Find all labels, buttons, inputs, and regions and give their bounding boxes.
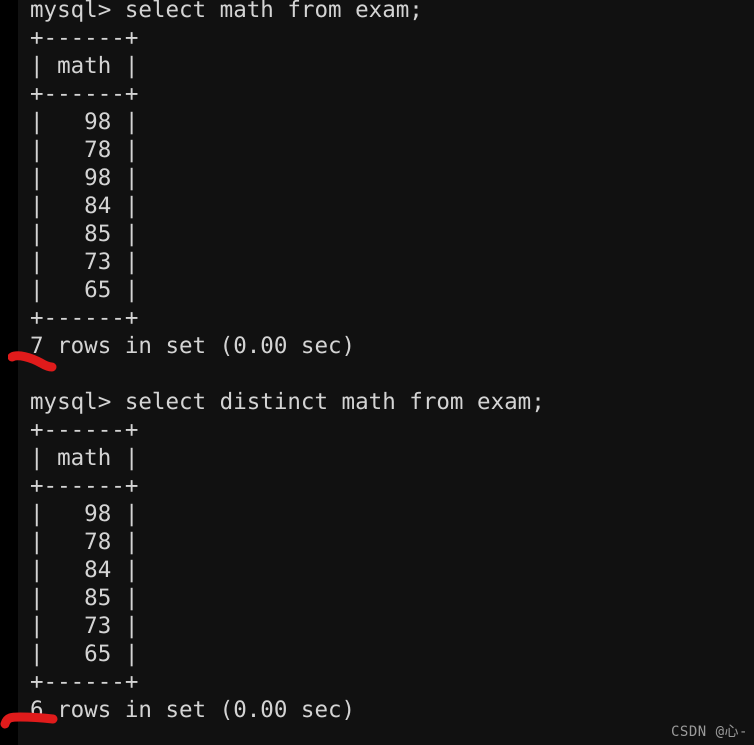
terminal-line: | 73 | [30,249,139,275]
terminal-line: | 84 | [30,193,139,219]
terminal-line: +------+ [30,305,139,331]
terminal-line: | 98 | [30,165,139,191]
terminal-line: 6 rows in set (0.00 sec) [30,697,356,723]
terminal-line: | 98 | [30,109,139,135]
terminal-line: | math | [30,445,139,471]
terminal-line: +------+ [30,25,139,51]
terminal-line: | 73 | [30,613,139,639]
terminal-line: | 65 | [30,277,139,303]
terminal-line: | 98 | [30,501,139,527]
terminal-left-edge [0,0,18,745]
terminal-line: | math | [30,53,139,79]
csdn-watermark: CSDN @心- [670,724,748,740]
terminal-window[interactable]: mysql> select math from exam; +------+ | m… [0,0,754,745]
terminal-line: mysql> select distinct math from exam; [30,389,545,415]
terminal-line: +------+ [30,669,139,695]
terminal-line: | 78 | [30,529,139,555]
terminal-line: | 78 | [30,137,139,163]
terminal-line: +------+ [30,417,139,443]
terminal-line: | 85 | [30,221,139,247]
terminal-line: | 84 | [30,557,139,583]
terminal-line: +------+ [30,473,139,499]
terminal-output[interactable]: mysql> select math from exam; +------+ | m… [18,0,754,724]
terminal-line: 7 rows in set (0.00 sec) [30,333,356,359]
terminal-line: | 85 | [30,585,139,611]
terminal-line: | 65 | [30,641,139,667]
terminal-line: mysql> select math from exam; [30,0,423,23]
terminal-line: +------+ [30,81,139,107]
